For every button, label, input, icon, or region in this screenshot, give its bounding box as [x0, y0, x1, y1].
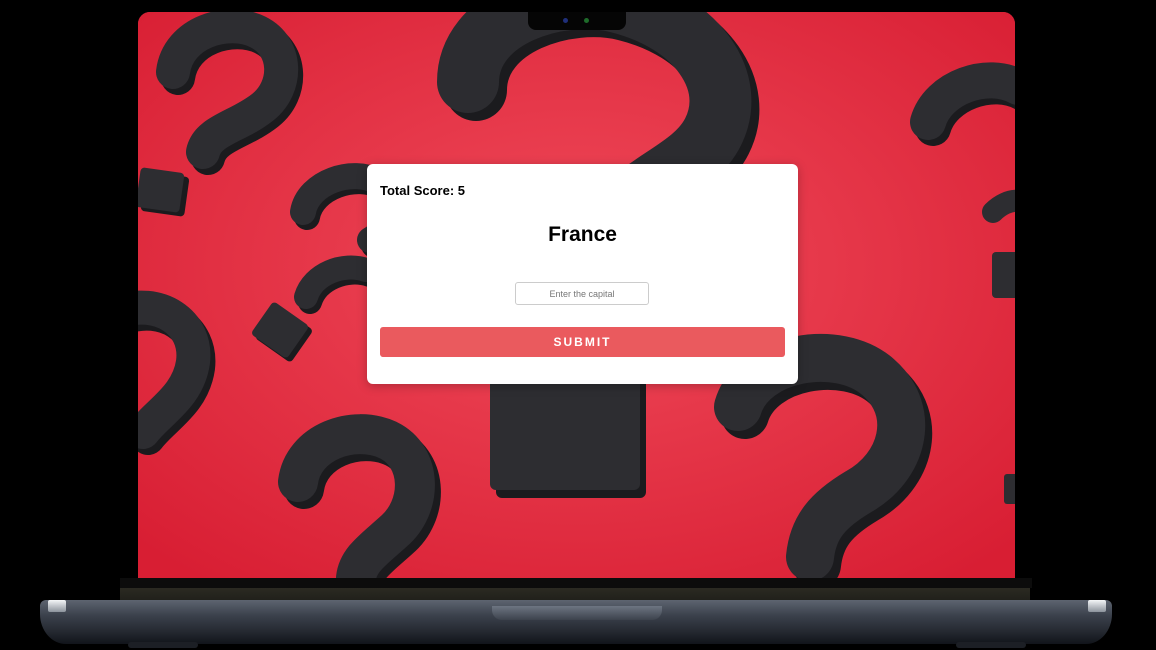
question-mark-dot	[490, 368, 640, 490]
base-highlight	[48, 600, 66, 612]
question-mark-dot	[138, 167, 185, 213]
question-mark-dot	[1004, 474, 1015, 504]
screen-chin	[120, 578, 1032, 588]
total-score: Total Score: 5	[380, 183, 466, 198]
trackpad-notch	[492, 606, 662, 620]
laptop-screen: Total Score: 5 France SUBMIT	[138, 12, 1015, 578]
laptop-foot	[128, 642, 198, 648]
submit-button[interactable]: SUBMIT	[380, 327, 785, 357]
camera-light-icon	[584, 18, 589, 23]
laptop-mockup: Total Score: 5 France SUBMIT	[0, 0, 1156, 650]
camera-notch	[528, 12, 626, 30]
laptop-foot	[956, 642, 1026, 648]
question-mark-dot	[992, 252, 1015, 298]
quiz-card: Total Score: 5 France SUBMIT	[367, 164, 798, 384]
country-name: France	[548, 223, 617, 246]
question-mark-icon	[982, 189, 1015, 223]
capital-answer-input[interactable]	[515, 282, 649, 305]
camera-icon	[563, 18, 568, 23]
base-highlight	[1088, 600, 1106, 612]
